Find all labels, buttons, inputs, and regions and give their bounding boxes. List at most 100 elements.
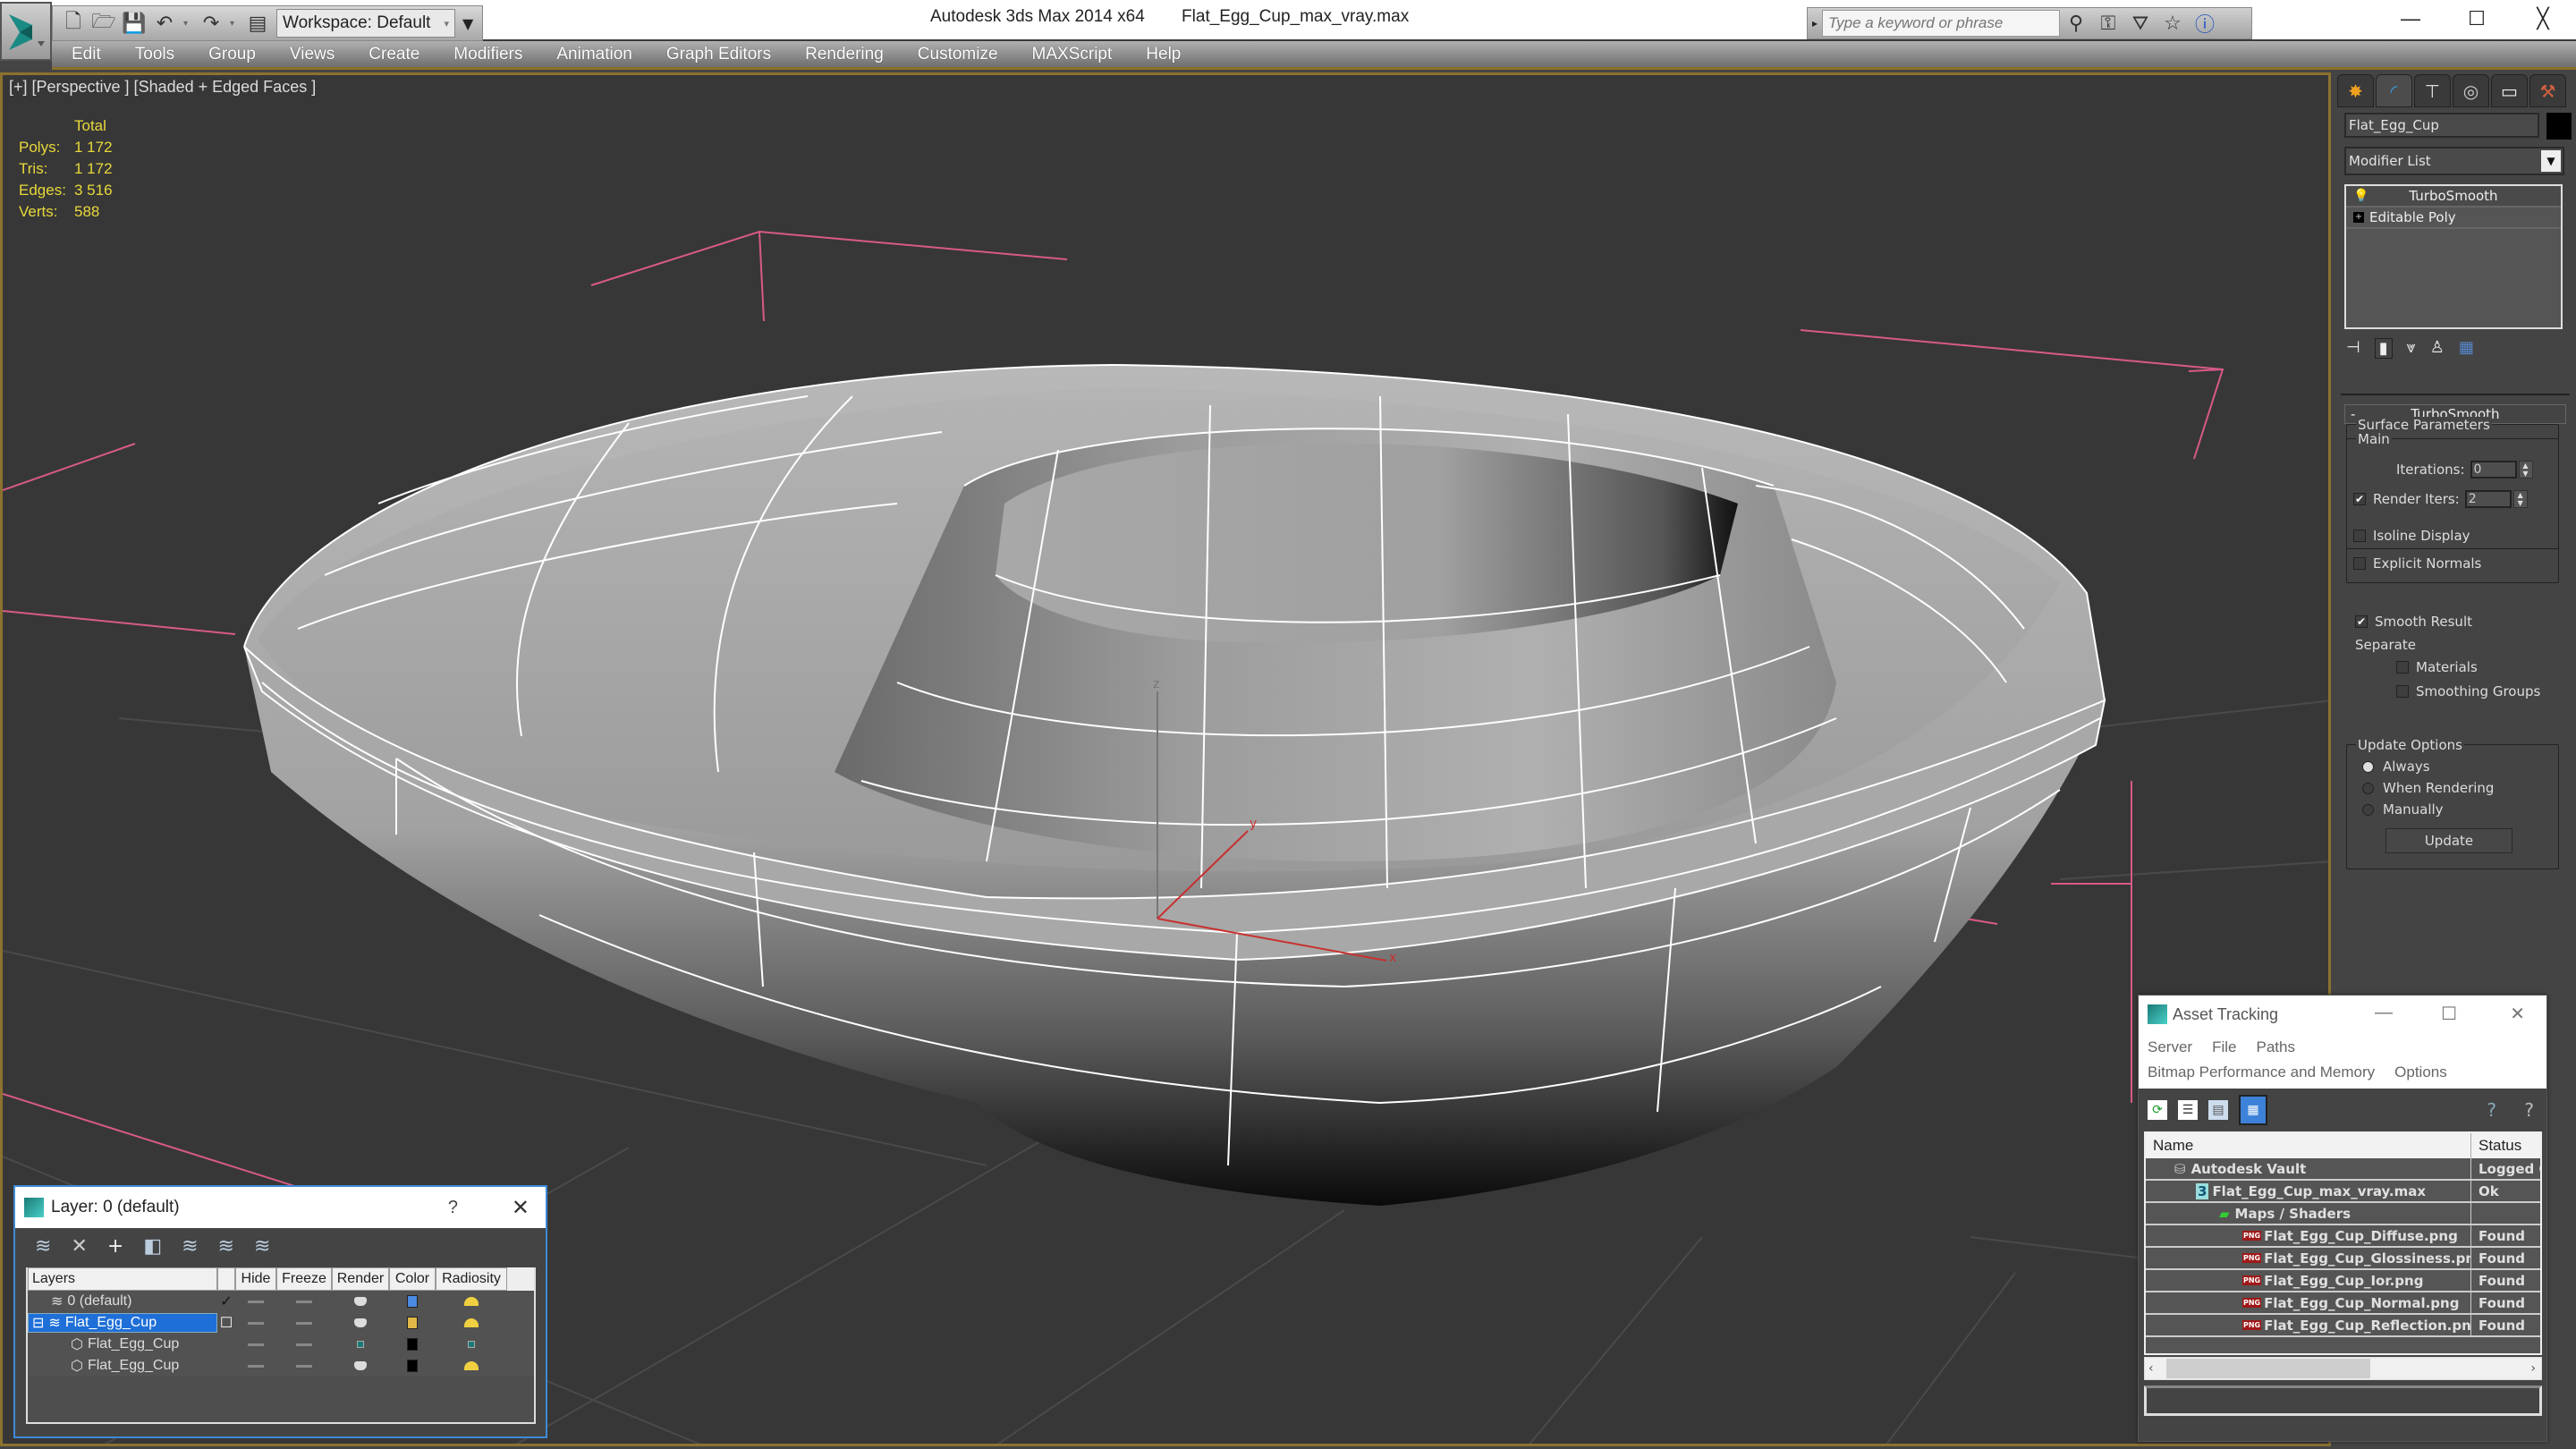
- open-file-icon[interactable]: 🗁: [91, 11, 115, 35]
- scrollbar-thumb[interactable]: [2166, 1359, 2370, 1378]
- col-status[interactable]: Status: [2471, 1133, 2540, 1158]
- layer-row[interactable]: ⬡ Flat_Egg_Cup: [28, 1334, 534, 1355]
- radiosity-icon[interactable]: [436, 1297, 507, 1306]
- binoculars-icon[interactable]: ⚲: [2060, 13, 2092, 35]
- col-layers[interactable]: Layers: [28, 1267, 217, 1291]
- display-tab[interactable]: ▭: [2491, 74, 2528, 107]
- render-teapot-icon[interactable]: [332, 1318, 389, 1327]
- layer-row[interactable]: ⊟ ≋ Flat_Egg_Cup ☐: [28, 1312, 534, 1334]
- close-button[interactable]: ╳: [2510, 0, 2576, 38]
- show-end-result-icon[interactable]: ▮: [2374, 338, 2393, 359]
- menu-group[interactable]: Group: [208, 45, 256, 64]
- layer-settings-icon[interactable]: ≋: [254, 1235, 270, 1258]
- redo-icon[interactable]: ↷: [199, 12, 223, 35]
- menu-paths[interactable]: Paths: [2256, 1038, 2294, 1056]
- create-layer-icon[interactable]: ≋: [35, 1235, 51, 1258]
- menu-tools[interactable]: Tools: [135, 45, 174, 64]
- layer-row[interactable]: ⬡ Flat_Egg_Cup: [28, 1355, 534, 1377]
- refresh-icon[interactable]: ⟳: [2148, 1100, 2167, 1120]
- new-file-icon[interactable]: 🗋: [62, 11, 85, 35]
- freeze-toggle[interactable]: [276, 1364, 332, 1368]
- render-dot-icon[interactable]: [332, 1341, 389, 1348]
- undo-icon[interactable]: ↶: [153, 12, 176, 35]
- add-to-layer-icon[interactable]: +: [107, 1235, 123, 1258]
- close-button[interactable]: ✕: [2510, 1003, 2525, 1025]
- remove-modifier-icon[interactable]: ♙: [2430, 338, 2445, 359]
- radiosity-icon[interactable]: [436, 1361, 507, 1370]
- utilities-tab[interactable]: ⚒: [2529, 74, 2566, 107]
- menu-options[interactable]: Options: [2394, 1063, 2447, 1081]
- key-icon[interactable]: ⚿: [2092, 13, 2124, 35]
- menu-server[interactable]: Server: [2148, 1038, 2192, 1056]
- col-color[interactable]: Color: [389, 1267, 436, 1291]
- menu-animation[interactable]: Animation: [556, 45, 632, 64]
- layer-color-swatch[interactable]: [389, 1317, 436, 1329]
- create-tab[interactable]: ✸: [2337, 74, 2374, 107]
- menu-rendering[interactable]: Rendering: [805, 45, 884, 64]
- modifier-list-dropdown[interactable]: Modifier List ▼: [2344, 147, 2564, 175]
- asset-tracking-titlebar[interactable]: Asset Tracking — ☐ ✕ Server File Paths B…: [2139, 996, 2546, 1089]
- set-current-layer-icon[interactable]: ≋: [218, 1235, 234, 1258]
- asset-row[interactable]: 3 Flat_Egg_Cup_max_vray.max Ok: [2146, 1181, 2540, 1203]
- asset-row[interactable]: PNG Flat_Egg_Cup_Reflection.png Found: [2146, 1315, 2540, 1337]
- motion-tab[interactable]: ◎: [2453, 74, 2489, 107]
- menu-file[interactable]: File: [2212, 1038, 2236, 1056]
- pin-stack-icon[interactable]: ⊣: [2346, 338, 2360, 359]
- maximize-button[interactable]: ☐: [2444, 0, 2510, 38]
- asset-row[interactable]: PNG Flat_Egg_Cup_Diffuse.png Found: [2146, 1225, 2540, 1248]
- render-teapot-icon[interactable]: [332, 1297, 389, 1306]
- manually-radio[interactable]: [2362, 803, 2374, 816]
- render-teapot-icon[interactable]: [332, 1361, 389, 1370]
- asset-row[interactable]: PNG Flat_Egg_Cup_Glossiness.png Found: [2146, 1248, 2540, 1270]
- hide-toggle[interactable]: [235, 1321, 276, 1325]
- col-current[interactable]: [217, 1267, 235, 1291]
- update-button[interactable]: Update: [2385, 828, 2512, 853]
- close-button[interactable]: ✕: [512, 1195, 530, 1221]
- always-radio[interactable]: [2362, 760, 2374, 773]
- menu-edit[interactable]: Edit: [72, 45, 101, 64]
- scroll-right-icon[interactable]: ›: [2530, 1361, 2536, 1376]
- current-checkmark[interactable]: ✓: [217, 1292, 235, 1310]
- menu-graph-editors[interactable]: Graph Editors: [666, 45, 771, 64]
- freeze-toggle[interactable]: [276, 1321, 332, 1325]
- menu-modifiers[interactable]: Modifiers: [453, 45, 522, 64]
- stack-item-editable-poly[interactable]: + Editable Poly: [2346, 208, 2561, 229]
- smoothing-groups-checkbox[interactable]: [2396, 685, 2409, 698]
- project-folder-icon[interactable]: ▤: [246, 12, 269, 35]
- expand-icon[interactable]: ▸: [1808, 17, 1822, 30]
- object-color-swatch[interactable]: [389, 1360, 436, 1372]
- object-color-swatch[interactable]: [2546, 113, 2572, 140]
- search-input[interactable]: [1822, 10, 2060, 37]
- help-button[interactable]: ?: [448, 1198, 458, 1218]
- hide-toggle[interactable]: [235, 1343, 276, 1346]
- layer-dialog-titlebar[interactable]: Layer: 0 (default) ? ✕: [15, 1187, 546, 1228]
- col-render[interactable]: Render: [332, 1267, 389, 1291]
- table-view-icon[interactable]: ▦: [2239, 1095, 2267, 1125]
- maximize-button[interactable]: ☐: [2441, 1003, 2457, 1025]
- horizontal-scrollbar[interactable]: ‹ ›: [2144, 1357, 2542, 1380]
- select-objects-icon[interactable]: ◧: [143, 1235, 162, 1258]
- radiosity-dot-icon[interactable]: [436, 1341, 507, 1348]
- viewport-label[interactable]: [+] [Perspective ] [Shaded + Edged Faces…: [9, 78, 316, 97]
- undo-dropdown-icon[interactable]: ▾: [183, 19, 192, 29]
- col-freeze[interactable]: Freeze: [276, 1267, 332, 1291]
- menu-help[interactable]: Help: [1146, 45, 1181, 64]
- hide-toggle[interactable]: [235, 1300, 276, 1303]
- explicit-normals-checkbox[interactable]: [2353, 557, 2366, 570]
- hierarchy-tab[interactable]: ⊤: [2414, 74, 2451, 107]
- radiosity-icon[interactable]: [436, 1318, 507, 1327]
- modify-tab[interactable]: ◜: [2376, 74, 2412, 107]
- menu-create[interactable]: Create: [369, 45, 419, 64]
- tree-view-icon[interactable]: ▤: [2208, 1100, 2228, 1120]
- lightbulb-icon[interactable]: 💡: [2353, 189, 2368, 203]
- delete-layer-icon[interactable]: ✕: [71, 1235, 87, 1258]
- layer-row[interactable]: ≋ 0 (default) ✓: [28, 1291, 534, 1312]
- redo-dropdown-icon[interactable]: ▾: [230, 19, 239, 29]
- current-checkbox[interactable]: ☐: [217, 1314, 235, 1332]
- customize-quick-access-icon[interactable]: ▼: [462, 15, 473, 32]
- object-color-swatch[interactable]: [389, 1338, 436, 1351]
- help-icon[interactable]: ⓘ: [2189, 9, 2221, 38]
- configure-modifier-sets-icon[interactable]: ▦: [2459, 338, 2474, 359]
- menu-bitmap-performance[interactable]: Bitmap Performance and Memory: [2148, 1063, 2375, 1081]
- minimize-button[interactable]: —: [2375, 1003, 2393, 1023]
